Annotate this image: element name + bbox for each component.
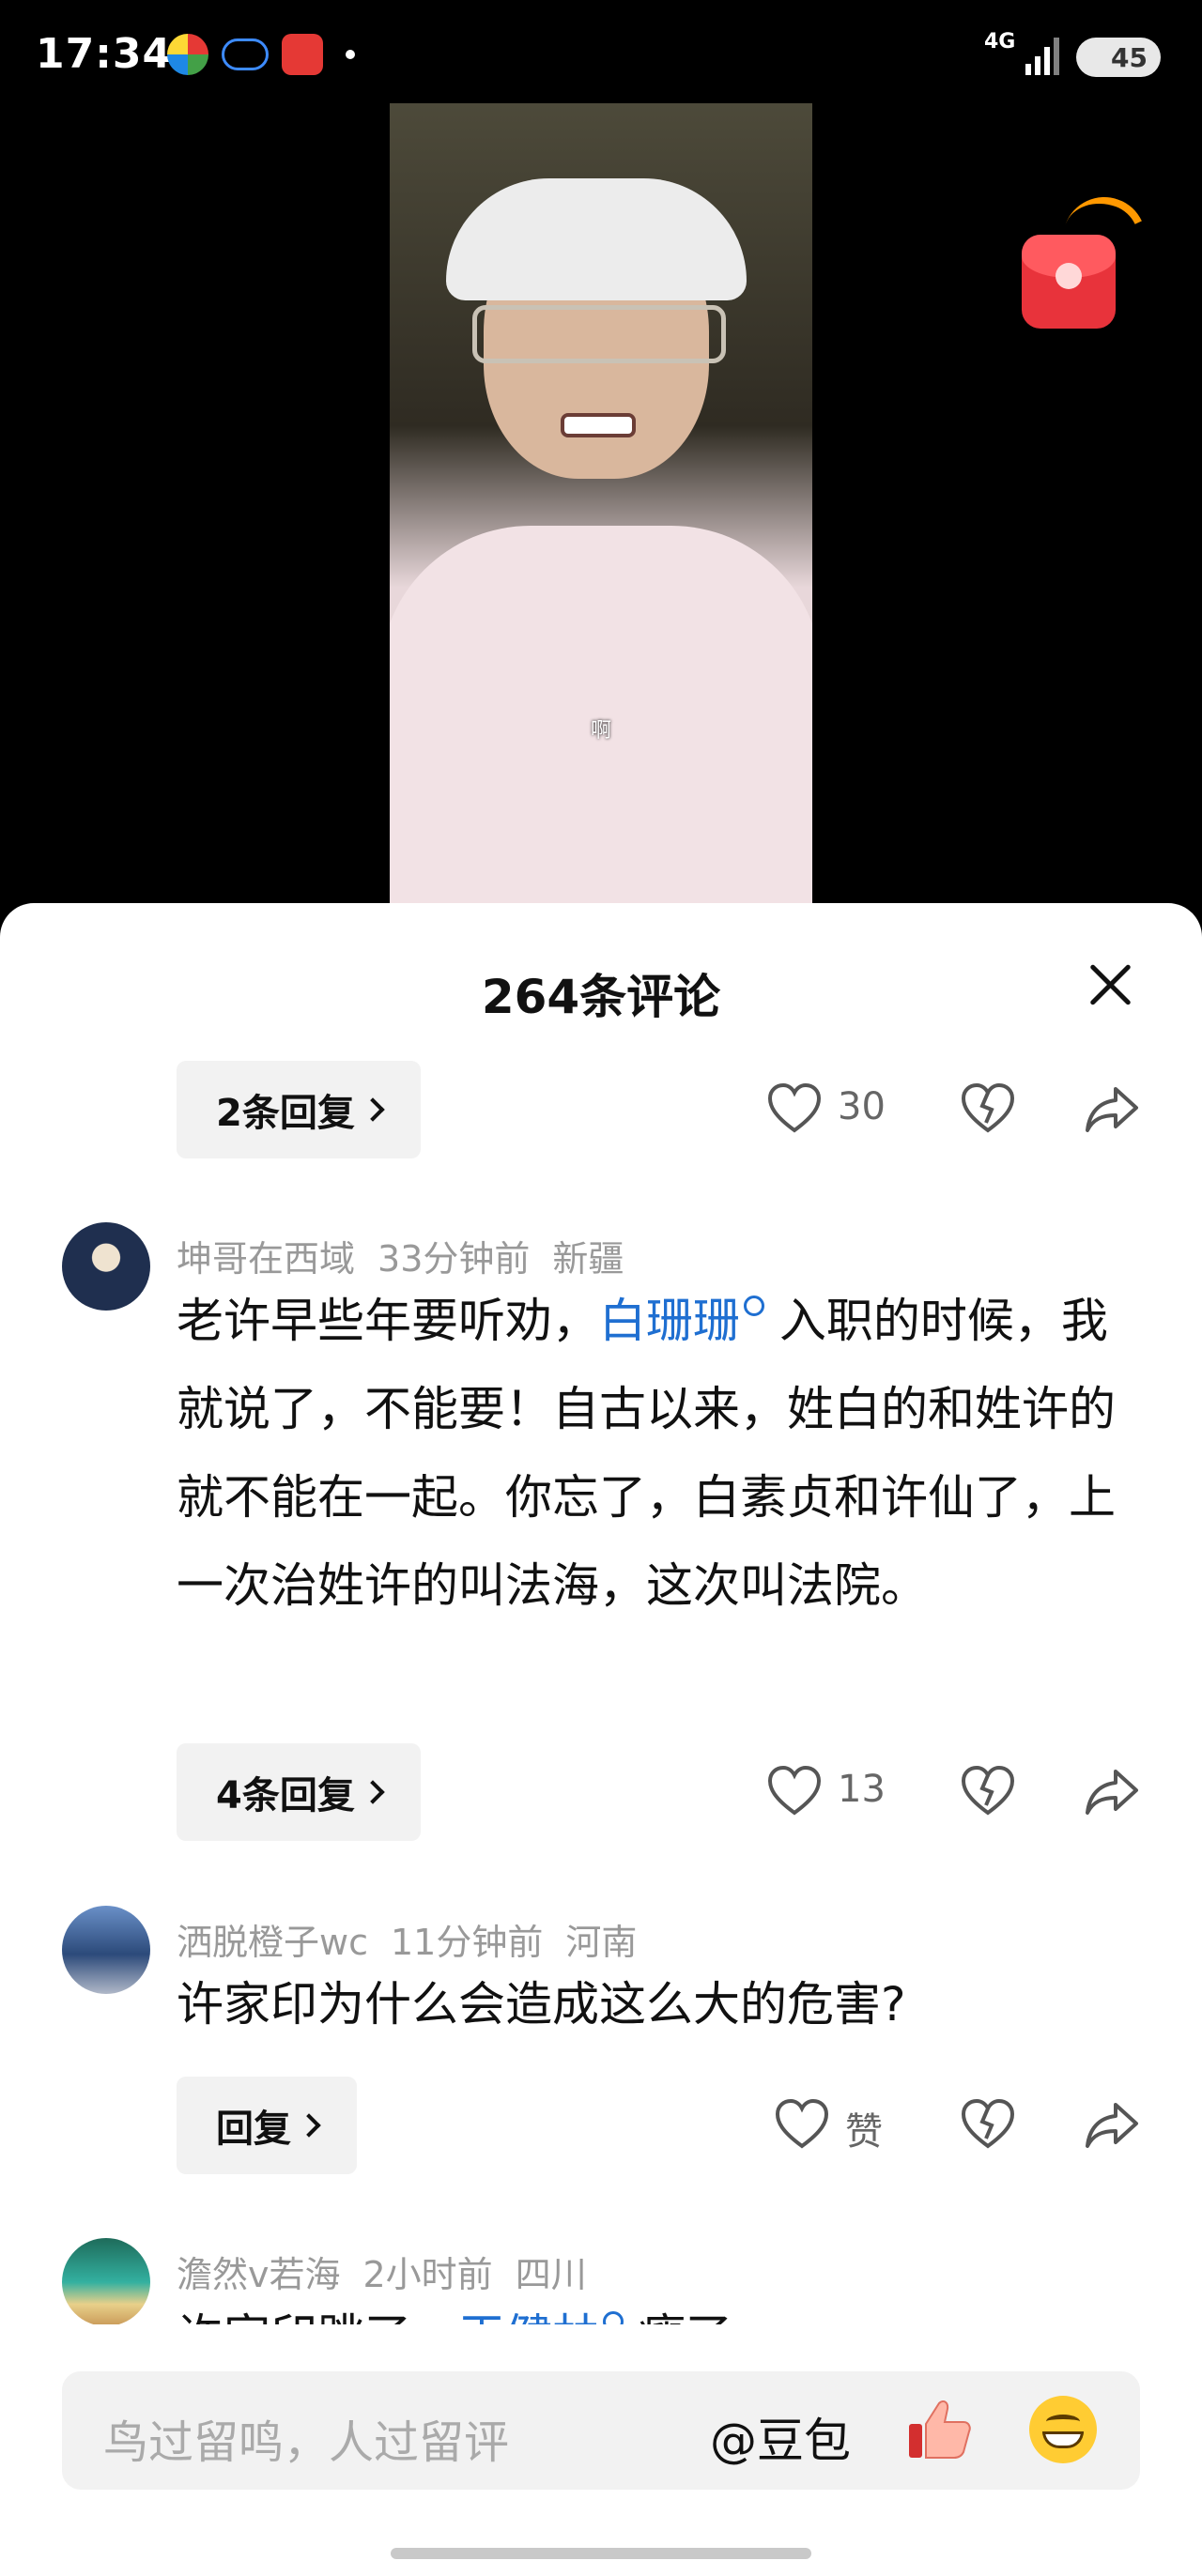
comment-text-part: 老许早些年要听劝，	[177, 1294, 599, 1348]
comment-actions: 赞	[751, 2088, 1164, 2163]
signal-icon	[1025, 38, 1059, 75]
replies-button[interactable]: 2条回复	[177, 1061, 421, 1158]
replies-label: 4条回复	[216, 1774, 355, 1817]
comment-text: 许家印跳了，王健林 瘦了	[177, 2292, 1153, 2324]
comment-actions: 30	[751, 1072, 1164, 1147]
pay-app-icon	[282, 34, 323, 75]
search-icon	[744, 1296, 764, 1316]
like-icon[interactable]	[764, 1080, 824, 1140]
emoji-icon[interactable]	[1029, 2396, 1097, 2463]
replies-label: 2条回复	[216, 1092, 355, 1135]
replies-button[interactable]: 4条回复	[177, 1743, 421, 1841]
more-notifications-dot-icon	[346, 50, 355, 59]
status-time: 17:34	[36, 30, 173, 78]
comment-location: 河南	[565, 1922, 638, 1963]
comment-meta: 澹然v若海 2小时前 四川	[177, 2246, 587, 2297]
search-link[interactable]: 白珊珊	[599, 1294, 740, 1348]
comment-item: 澹然v若海 2小时前四川 许家印跳了，王健林 瘦了	[0, 2238, 1202, 2324]
comment-username[interactable]: 澹然v若海	[177, 2254, 341, 2295]
comment-time: 11分钟前	[390, 1922, 544, 1963]
network-type: 4G	[984, 30, 1016, 54]
video-person-glasses	[472, 305, 726, 363]
share-icon[interactable]	[1082, 1762, 1142, 1822]
dislike-icon[interactable]	[958, 1762, 1018, 1822]
comment-text: 老许早些年要听劝，白珊珊 入职的时候，我就说了，不能要！自古以来，姓白的和姓许的…	[177, 1277, 1153, 1630]
comments-sheet: 264条评论 2条回复 30 坤哥在西域 33分钟前 新疆 老许早些年要听劝，白珊珊…	[0, 903, 1202, 2576]
search-icon	[603, 2311, 624, 2324]
comment-actions: 13	[751, 1755, 1164, 1830]
avatar[interactable]	[62, 2238, 150, 2324]
comment-location: 四川	[515, 2254, 587, 2295]
comment-text: 许家印为什么会造成这么大的危害?	[177, 1977, 906, 2032]
cloud-icon	[222, 38, 269, 70]
comment-text-part: 许家印跳了，	[177, 2309, 458, 2324]
share-icon[interactable]	[1082, 2095, 1142, 2155]
like-count: 30	[838, 1085, 886, 1128]
share-icon[interactable]	[1082, 1080, 1142, 1140]
comment-input-placeholder: 鸟过留鸣，人过留评	[103, 2416, 510, 2469]
battery-level: 45	[1111, 41, 1148, 73]
comment-text-part: 瘦了	[624, 2309, 732, 2324]
comment-username[interactable]: 坤哥在西域	[177, 1238, 355, 1280]
like-icon[interactable]	[764, 1762, 824, 1822]
chevron-right-icon	[361, 1097, 385, 1122]
chevron-right-icon	[361, 1780, 385, 1804]
comment-time: 2小时前	[362, 2254, 493, 2295]
avatar[interactable]	[62, 1906, 150, 1994]
like-icon[interactable]	[772, 2095, 832, 2155]
like-count: 13	[838, 1768, 886, 1811]
video-player[interactable]: 啊	[390, 103, 812, 911]
comment-time: 33分钟前	[378, 1238, 531, 1280]
comment-input[interactable]: 鸟过留鸣，人过留评 @豆包	[62, 2371, 1140, 2490]
search-link[interactable]: 王健林	[458, 2309, 599, 2324]
like-label: 赞	[845, 2110, 883, 2154]
dislike-icon[interactable]	[958, 1080, 1018, 1140]
avatar[interactable]	[62, 1222, 150, 1311]
home-indicator[interactable]	[391, 2548, 811, 2559]
app-notification-icon	[167, 34, 208, 75]
comments-title: 264条评论	[481, 970, 721, 1024]
chevron-right-icon	[297, 2113, 321, 2138]
video-person-mouth	[561, 413, 636, 437]
status-bar: 17:34 4G 45	[0, 0, 1202, 103]
red-envelope-icon[interactable]	[1022, 185, 1158, 329]
battery-indicator: 45	[1076, 38, 1161, 77]
comment-meta: 洒脱橙子wc 11分钟前 河南	[177, 1913, 637, 1965]
thumbs-up-icon[interactable]	[907, 2396, 973, 2461]
notification-icons	[167, 34, 355, 75]
dislike-icon[interactable]	[958, 2095, 1018, 2155]
close-button[interactable]	[1082, 956, 1138, 1012]
replies-label: 回复	[216, 2108, 291, 2151]
comment-username[interactable]: 洒脱橙子wc	[177, 1922, 368, 1963]
comment-location: 新疆	[552, 1238, 624, 1280]
video-subtitle: 啊	[590, 719, 611, 743]
video-person-cap	[446, 178, 747, 300]
mention-button[interactable]: @豆包	[710, 2403, 851, 2471]
replies-button[interactable]: 回复	[177, 2077, 357, 2174]
comment-meta: 坤哥在西域 33分钟前 新疆	[177, 1230, 624, 1281]
